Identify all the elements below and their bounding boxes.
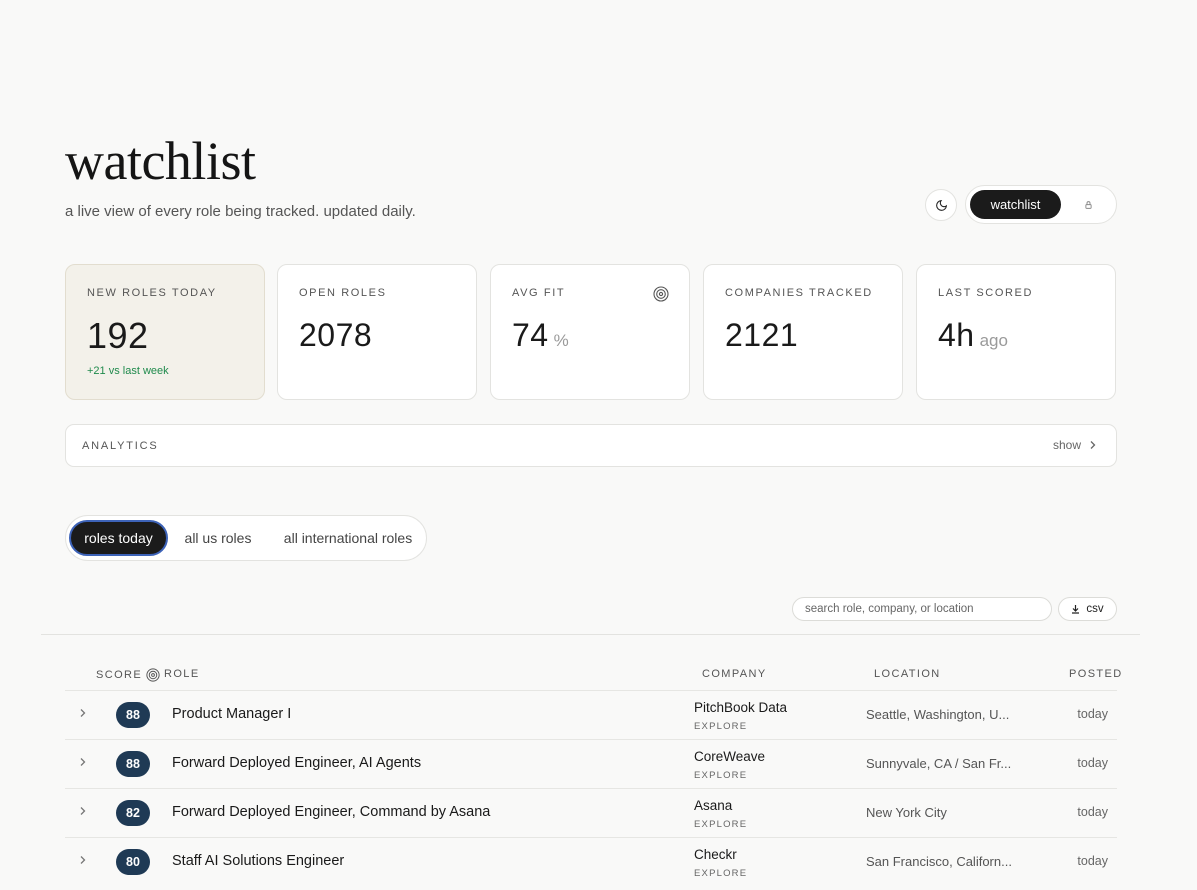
location-text: San Francisco, Californ... <box>866 854 1012 869</box>
posted-text: today <box>1077 756 1108 770</box>
stat-card-avg-fit: AVG FIT 74% <box>490 264 690 400</box>
stat-number: 4h <box>938 317 975 353</box>
column-header-score-label: SCORE <box>96 669 143 681</box>
stat-unit: ago <box>979 331 1008 350</box>
view-switch: watchlist <box>965 185 1117 224</box>
column-header-company[interactable]: COMPANY <box>702 668 767 680</box>
company-name: CoreWeave <box>694 749 766 764</box>
table-row[interactable]: 80 Staff AI Solutions Engineer Checkr EX… <box>65 837 1117 886</box>
location-text: Sunnyvale, CA / San Fr... <box>866 756 1012 771</box>
lock-icon <box>1084 201 1092 209</box>
target-icon <box>146 668 160 682</box>
target-icon <box>653 286 669 302</box>
view-locked-button[interactable] <box>1074 197 1102 213</box>
role-title[interactable]: Forward Deployed Engineer, AI Agents <box>172 755 421 771</box>
role-title[interactable]: Staff AI Solutions Engineer <box>172 853 344 869</box>
table-row[interactable]: 88 Forward Deployed Engineer, AI Agents … <box>65 739 1117 788</box>
column-header-location[interactable]: LOCATION <box>874 668 941 680</box>
stat-number: 74 <box>512 317 549 353</box>
table-row[interactable]: 88 Product Manager I PitchBook Data EXPL… <box>65 690 1117 739</box>
tab-all-international-roles[interactable]: all international roles <box>276 520 420 556</box>
search-input[interactable] <box>792 597 1052 621</box>
csv-download-button[interactable]: csv <box>1058 597 1117 621</box>
chevron-right-icon <box>1090 441 1096 449</box>
download-icon <box>1072 605 1080 614</box>
chevron-right-icon[interactable] <box>79 708 86 718</box>
chevron-right-icon[interactable] <box>79 757 86 767</box>
stat-card-new-roles: NEW ROLES TODAY 192 +21 vs last week <box>65 264 265 400</box>
page-subtitle: a live view of every role being tracked.… <box>65 203 416 220</box>
analytics-show-toggle[interactable]: show <box>1053 438 1096 452</box>
view-watchlist-button[interactable]: watchlist <box>970 190 1061 219</box>
role-title[interactable]: Forward Deployed Engineer, Command by As… <box>172 804 490 820</box>
stat-card-open-roles: OPEN ROLES 2078 <box>277 264 477 400</box>
csv-label: csv <box>1086 603 1104 615</box>
analytics-panel[interactable]: ANALYTICS show <box>65 424 1117 467</box>
stat-label: COMPANIES TRACKED <box>725 287 873 299</box>
stat-value: 74% <box>512 317 569 354</box>
location-text: New York City <box>866 805 947 820</box>
location-text: Seattle, Washington, U... <box>866 707 1010 722</box>
posted-text: today <box>1077 805 1108 819</box>
column-header-score[interactable]: SCORE <box>96 668 160 682</box>
page-title: watchlist <box>65 131 256 191</box>
stat-unit: % <box>553 331 569 350</box>
posted-text: today <box>1077 854 1108 868</box>
stat-value: 2121 <box>725 317 799 353</box>
analytics-label: ANALYTICS <box>82 440 159 452</box>
stat-value: 192 <box>87 315 149 356</box>
company-name: Asana <box>694 798 733 813</box>
company-name: Checkr <box>694 847 737 862</box>
company-name: PitchBook Data <box>694 700 788 715</box>
score-badge: 80 <box>116 849 150 875</box>
moon-icon <box>935 199 947 211</box>
posted-text: today <box>1077 707 1108 721</box>
theme-toggle-button[interactable] <box>925 189 957 221</box>
table-row[interactable]: 82 Forward Deployed Engineer, Command by… <box>65 788 1117 837</box>
stat-delta: +21 vs last week <box>87 365 169 377</box>
explore-link[interactable]: EXPLORE <box>694 770 747 781</box>
role-title[interactable]: Product Manager I <box>172 706 291 722</box>
tab-all-us-roles[interactable]: all us roles <box>178 520 258 556</box>
explore-link[interactable]: EXPLORE <box>694 721 747 732</box>
stat-label: NEW ROLES TODAY <box>87 287 217 299</box>
explore-link[interactable]: EXPLORE <box>694 868 747 879</box>
table-toolbar: csv <box>41 584 1140 635</box>
stat-value: 4h ago <box>938 317 1008 354</box>
stat-card-companies: COMPANIES TRACKED 2121 <box>703 264 903 400</box>
role-tabs: roles today all us roles all internation… <box>65 515 427 561</box>
score-badge: 82 <box>116 800 150 826</box>
stat-label: LAST SCORED <box>938 287 1034 299</box>
stat-label: OPEN ROLES <box>299 287 387 299</box>
score-badge: 88 <box>116 751 150 777</box>
column-header-role[interactable]: ROLE <box>164 668 200 680</box>
chevron-right-icon[interactable] <box>79 806 86 816</box>
score-badge: 88 <box>116 702 150 728</box>
tab-roles-today[interactable]: roles today <box>69 520 168 556</box>
chevron-right-icon[interactable] <box>79 855 86 865</box>
analytics-show-label: show <box>1052 438 1081 452</box>
stat-card-last-scored: LAST SCORED 4h ago <box>916 264 1116 400</box>
column-header-posted[interactable]: POSTED <box>1069 668 1123 680</box>
explore-link[interactable]: EXPLORE <box>694 819 747 830</box>
stat-label: AVG FIT <box>512 287 566 299</box>
stat-value: 2078 <box>299 317 373 353</box>
